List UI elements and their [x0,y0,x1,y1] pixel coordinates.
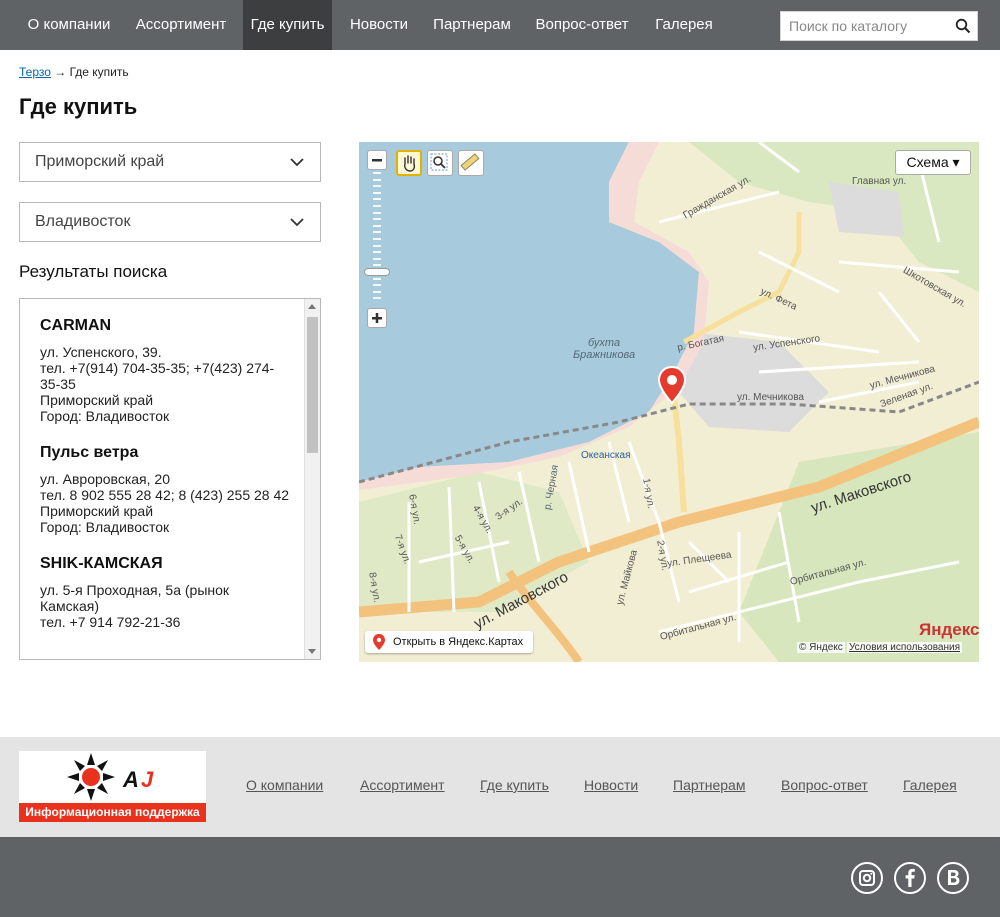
store-address: ул. 5-я Проходная, 5а (рынок Камская) [40,582,230,614]
nav-item-partners[interactable]: Партнерам [426,0,518,50]
facebook-icon [905,868,915,887]
search-icon[interactable] [955,18,971,34]
footer-link-where-to-buy[interactable]: Где купить [480,777,549,793]
city-select-value: Владивосток [35,213,131,230]
akira-japan-logo-icon: A J [67,753,154,801]
footer-logo[interactable]: A J Информационная поддержка [19,751,206,822]
store-city: Город: Владивосток [40,408,170,424]
zoom-out-button[interactable] [367,150,387,170]
nav-item-faq[interactable]: Вопрос-ответ [528,0,636,50]
store-phone: тел. +7 914 792-21-36 [40,614,181,630]
store-name: SHIK-КАМСКАЯ [40,555,163,572]
vk-link[interactable] [937,862,969,894]
map[interactable]: ул. Маковского ул. Маковского бухта Браж… [359,142,979,662]
bottom-bar [0,837,1000,917]
hand-icon [404,155,416,172]
footer-link-faq[interactable]: Вопрос-ответ [781,777,868,793]
map-label: Океанская [581,450,631,461]
results-scrollbar[interactable] [304,299,320,659]
store-region: Приморский край [40,392,154,408]
nav-item-gallery[interactable]: Галерея [646,0,722,50]
store-name: CARMAN [40,317,112,334]
zoom-slider-handle[interactable] [364,268,390,276]
nav-item-about[interactable]: О компании [19,0,119,50]
results-title: Результаты поиска [19,262,168,281]
nav-item-assortment[interactable]: Ассортимент [129,0,233,50]
page-title: Где купить [19,94,138,119]
store-address: ул. Авроровская, 20 [40,471,170,487]
instagram-link[interactable] [851,862,883,894]
map-label: Главная ул. [852,176,907,187]
footer-link-assortment[interactable]: Ассортимент [360,777,445,793]
list-item[interactable]: CARMAN ул. Успенского, 39. тел. +7(914) … [40,317,290,424]
magnifier-tool-button[interactable] [427,150,453,176]
store-name: Пульс ветра [40,444,139,461]
zoom-in-button[interactable] [367,308,387,328]
footer-link-about[interactable]: О компании [246,777,323,793]
magnifier-icon [430,153,448,171]
breadcrumb-home-link[interactable]: Терзо [19,65,51,79]
minus-icon [372,159,382,162]
map-label: ул. Мечникова [737,392,804,403]
results-list: CARMAN ул. Успенского, 39. тел. +7(914) … [19,298,321,660]
chevron-down-icon [290,158,304,167]
scroll-up-icon[interactable] [308,304,316,309]
store-city: Город: Владивосток [40,519,170,535]
footer-logo-banner: Информационная поддержка [19,803,206,822]
vk-icon [948,870,960,885]
breadcrumb-separator: → [50,65,70,79]
map-copyright: © Яндекс [797,642,845,653]
svg-text:J: J [141,767,154,792]
list-item[interactable]: Пульс ветра ул. Авроровская, 20 тел. 8 9… [40,444,290,535]
scroll-down-icon[interactable] [308,649,316,654]
scroll-thumb[interactable] [307,317,318,453]
map-type-button[interactable]: Схема ▾ [895,150,971,175]
svg-text:A: A [122,767,139,792]
drag-tool-button[interactable] [396,150,422,176]
region-select[interactable]: Приморский край [19,142,321,182]
city-select[interactable]: Владивосток [19,202,321,242]
chevron-down-icon [290,218,304,227]
yandex-logo: Яндекс [919,620,979,639]
map-pin-icon [373,634,385,650]
open-yandex-maps-button[interactable]: Открыть в Яндекс.Картах [365,631,534,653]
facebook-link[interactable] [894,862,926,894]
map-terms-link[interactable]: Условия использования [847,642,962,653]
store-region: Приморский край [40,503,154,519]
search-box [780,11,978,41]
ruler-tool-button[interactable] [458,150,484,176]
breadcrumb-current: Где купить [69,65,129,79]
store-phone: тел. 8 902 555 28 42; 8 (423) 255 28 42 [40,487,290,503]
nav-item-where-to-buy[interactable]: Где купить [243,0,332,50]
instagram-icon [859,870,875,886]
list-item[interactable]: SHIK-КАМСКАЯ ул. 5-я Проходная, 5а (рыно… [40,555,290,630]
breadcrumb: Терзо → Где купить [19,65,129,79]
open-yandex-maps-label: Открыть в Яндекс.Картах [393,636,524,648]
search-input[interactable] [781,12,955,40]
store-phone: тел. +7(914) 704-35-35; +7(423) 274-35-3… [40,360,275,392]
map-label: бухта Бражникова [573,337,636,361]
ruler-icon [460,153,480,171]
region-select-value: Приморский край [35,153,165,170]
footer: A J Информационная поддержка О компании … [0,737,1000,837]
store-address: ул. Успенского, 39. [40,344,162,360]
plus-icon [372,313,382,323]
zoom-track[interactable] [373,172,381,306]
nav-item-news[interactable]: Новости [342,0,416,50]
top-navigation: О компании Ассортимент Где купить Новост… [0,0,1000,50]
footer-link-news[interactable]: Новости [584,777,638,793]
footer-link-partners[interactable]: Партнерам [673,777,745,793]
footer-link-gallery[interactable]: Галерея [903,777,957,793]
